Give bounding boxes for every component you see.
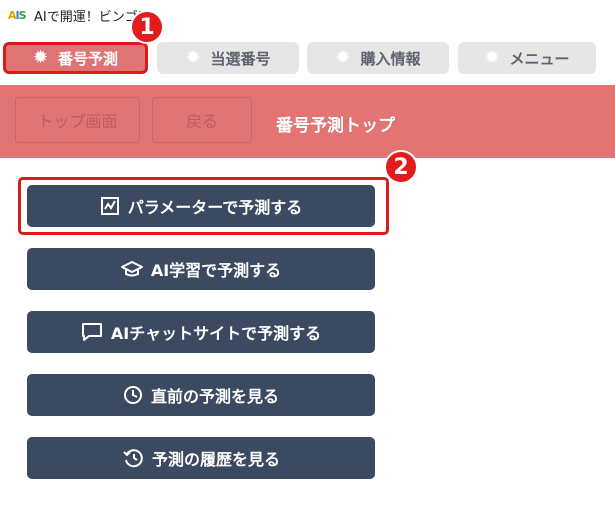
top-screen-button[interactable]: トップ画面 [15, 97, 140, 143]
tab-purchase-info[interactable]: ✹ 購入情報 [307, 42, 449, 74]
star-burst-icon: ✹ [335, 47, 351, 68]
step-badge-2: 2 [384, 150, 418, 184]
chat-bubble-icon [81, 323, 102, 341]
menu-label: AIチャットサイトで予測する [110, 324, 322, 343]
predict-by-parameter-button[interactable]: パラメーターで予測する [27, 185, 375, 227]
tab-bar: ✹ 番号予測 ✹ 当選番号 ✹ 購入情報 ✹ メニュー [0, 33, 615, 83]
star-burst-icon: ✹ [32, 47, 49, 68]
tab-label: 購入情報 [360, 49, 421, 68]
step-badge-1: 1 [130, 10, 164, 44]
clock-icon [123, 386, 142, 404]
tab-number-prediction[interactable]: ✹ 番号予測 [3, 42, 148, 74]
view-prediction-history-button[interactable]: 予測の履歴を見る [27, 437, 375, 479]
title-bar: AIS AIで開運！ビンゴ5 [0, 0, 615, 30]
view-last-prediction-button[interactable]: 直前の予測を見る [27, 374, 375, 416]
menu-label: 予測の履歴を見る [151, 450, 280, 469]
back-button[interactable]: 戻る [152, 97, 252, 143]
graduation-cap-icon [120, 261, 143, 277]
predict-by-ai-chat-site-button[interactable]: AIチャットサイトで予測する [27, 311, 375, 353]
app-title: AIで開運！ビンゴ5 [34, 10, 146, 25]
page-header: トップ画面 戻る 番号予測トップ [0, 85, 615, 158]
menu-label: AI学習で予測する [150, 261, 282, 280]
tab-menu[interactable]: ✹ メニュー [458, 42, 596, 74]
history-icon [123, 449, 143, 468]
menu-label: 直前の予測を見る [150, 387, 279, 406]
page-title: 番号予測トップ [276, 116, 395, 136]
predict-by-ai-learning-button[interactable]: AI学習で予測する [27, 248, 375, 290]
tab-label: 当選番号 [210, 49, 271, 68]
menu-label: パラメーターで予測する [127, 198, 303, 217]
star-burst-icon: ✹ [484, 47, 500, 68]
app-logo: AIS [8, 9, 27, 22]
tab-winning-numbers[interactable]: ✹ 当選番号 [157, 42, 299, 74]
star-burst-icon: ✹ [185, 47, 201, 68]
chart-icon [100, 197, 119, 215]
tab-label: メニュー [509, 49, 570, 68]
tab-label: 番号予測 [58, 49, 119, 68]
